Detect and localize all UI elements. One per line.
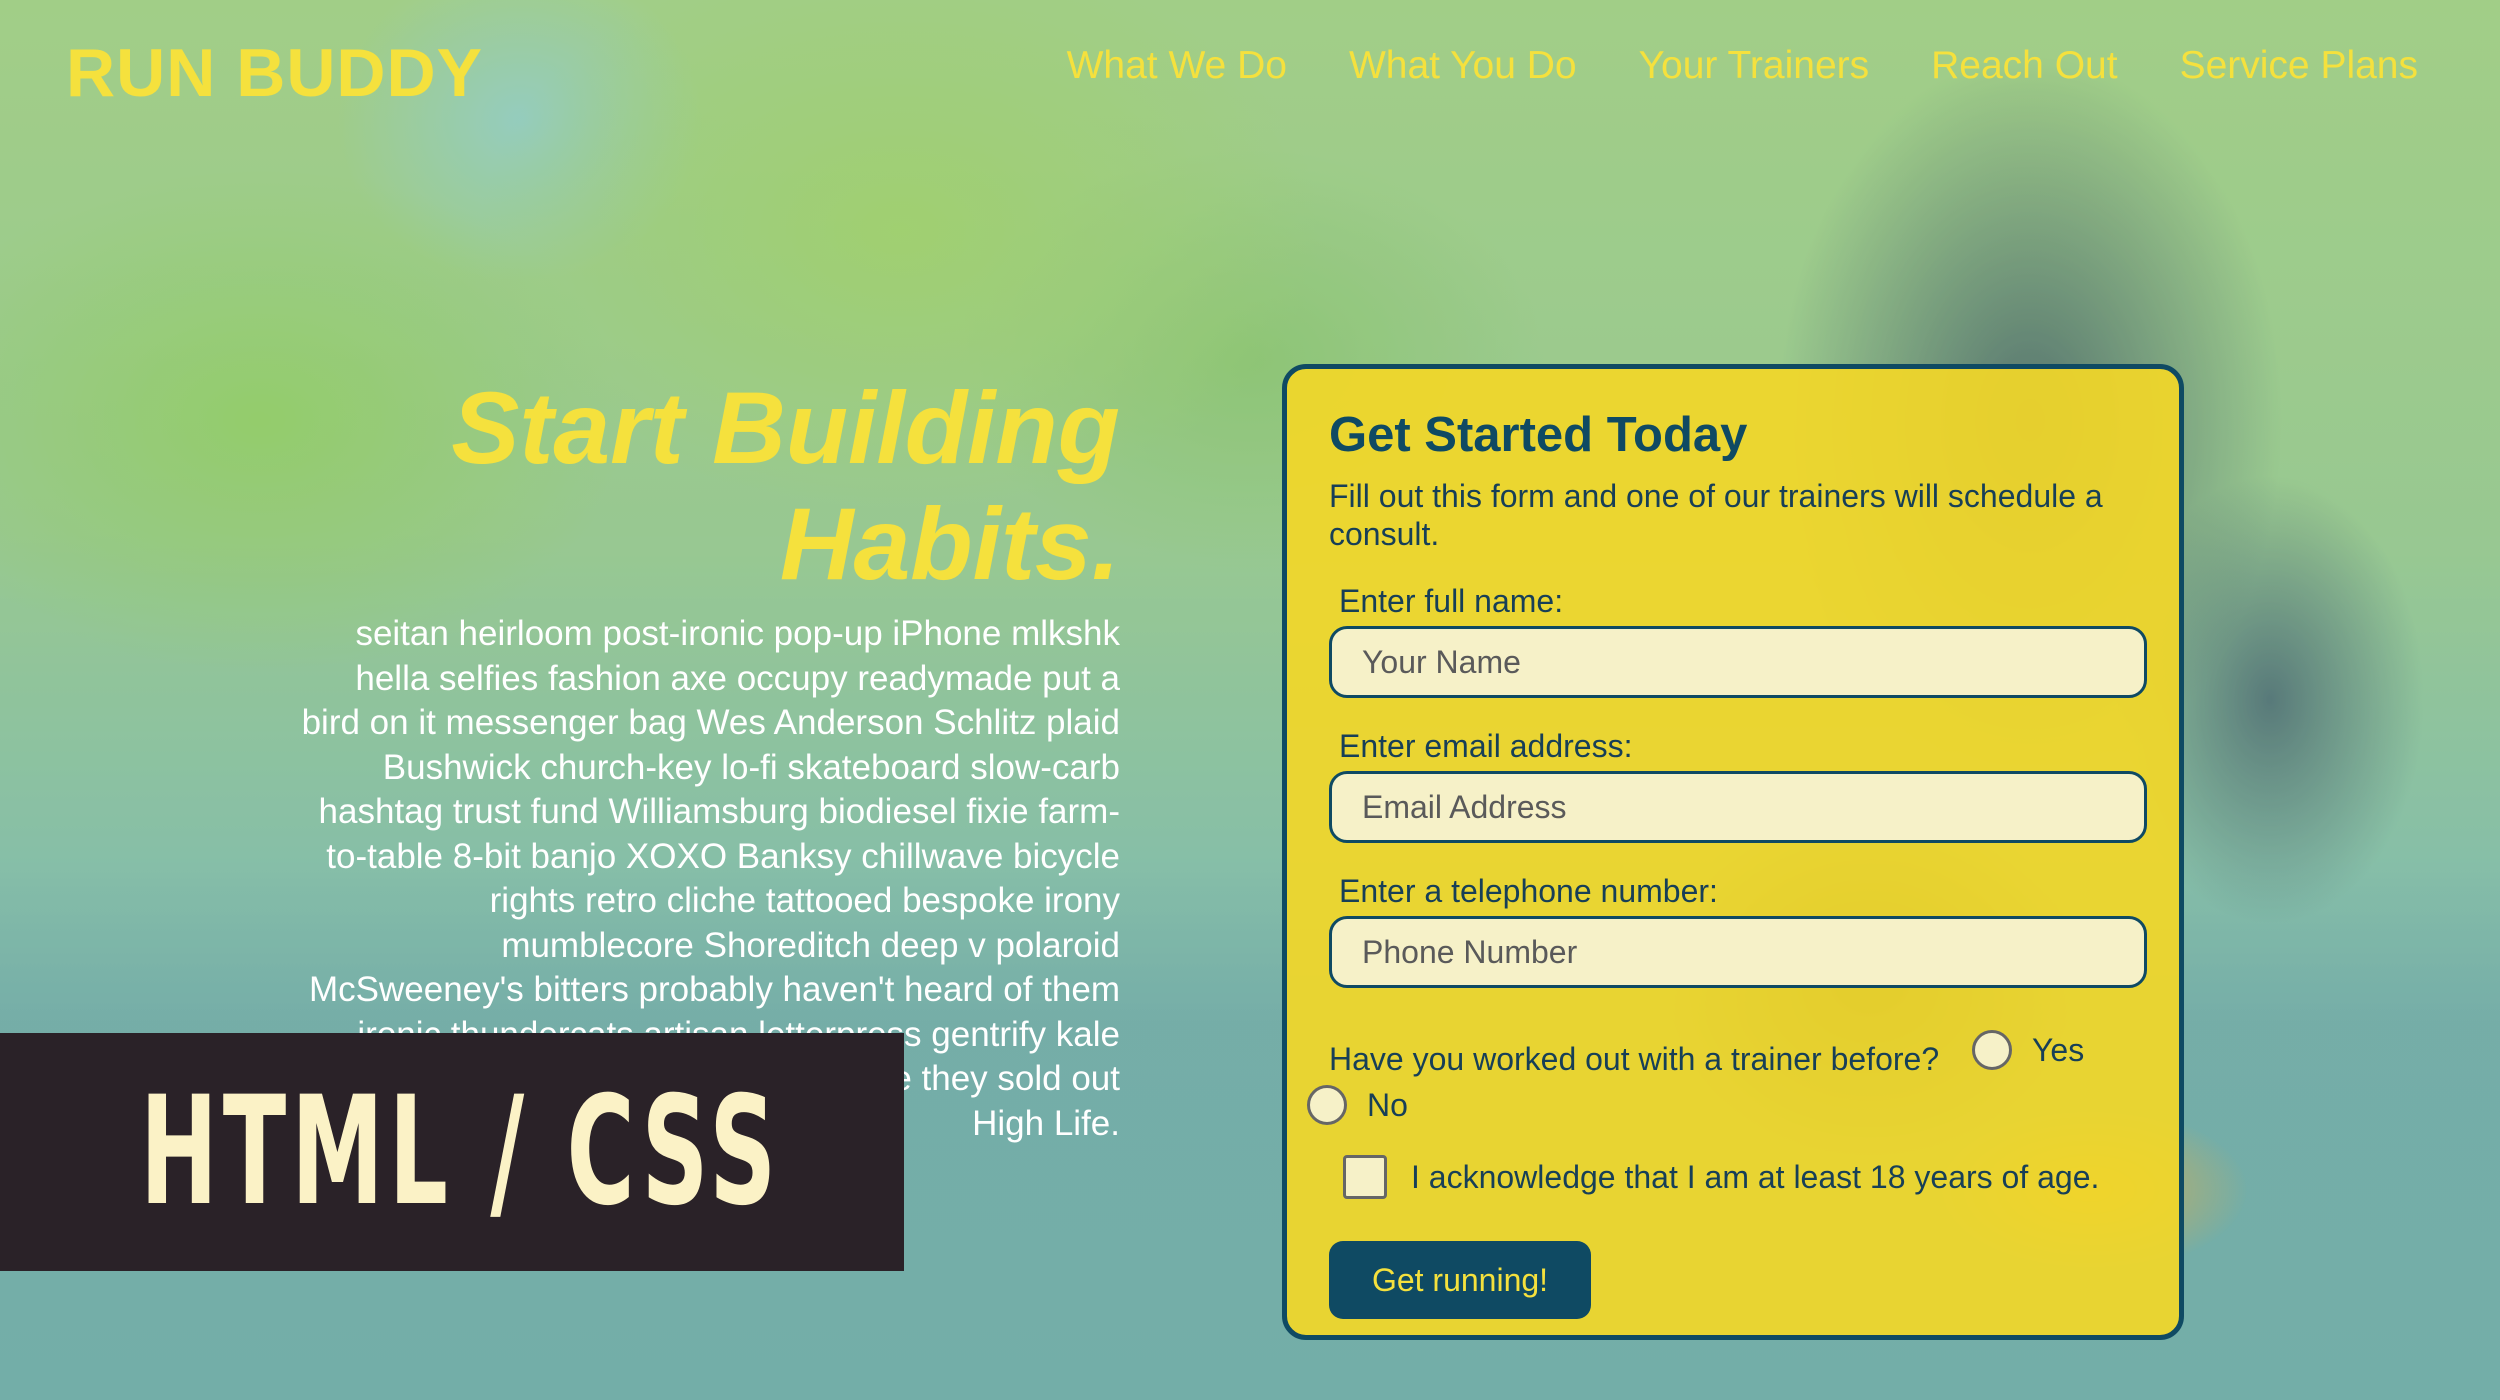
hero-section: Start Building Habits. seitan heirloom p…: [300, 370, 1120, 1146]
email-input[interactable]: [1329, 771, 2147, 843]
hero-title-line-1: Start Building: [451, 371, 1120, 485]
trainer-question-text: Have you worked out with a trainer befor…: [1329, 1041, 1940, 1077]
nav-link-what-we-do[interactable]: What We Do: [1067, 44, 1287, 88]
age-acknowledgement-row: I acknowledge that I am at least 18 year…: [1343, 1155, 2137, 1199]
name-label: Enter full name:: [1339, 583, 1564, 619]
form-title: Get Started Today: [1329, 408, 1748, 462]
form-subtitle: Fill out this form and one of our traine…: [1329, 478, 2103, 552]
banner-label: HTML / CSS: [140, 1065, 782, 1239]
signup-form: Get Started Today Fill out this form and…: [1282, 364, 2184, 1340]
option-no: No: [1307, 1085, 2137, 1125]
site-logo[interactable]: RUN BUDDY: [66, 34, 483, 112]
option-yes: Yes: [1948, 1024, 2084, 1076]
radio-yes[interactable]: [1972, 1030, 2012, 1070]
phone-label: Enter a telephone number:: [1339, 873, 1718, 909]
main-nav: What We Do What You Do Your Trainers Rea…: [1067, 44, 2418, 88]
phone-input[interactable]: [1329, 916, 2147, 988]
trainer-question-row: Have you worked out with a trainer befor…: [1329, 1024, 2137, 1085]
hero-title: Start Building Habits.: [300, 370, 1120, 602]
age-acknowledgement-text: I acknowledge that I am at least 18 year…: [1411, 1158, 2100, 1195]
radio-no[interactable]: [1307, 1085, 1347, 1125]
nav-link-service-plans[interactable]: Service Plans: [2180, 44, 2418, 88]
site-header: RUN BUDDY What We Do What You Do Your Tr…: [0, 0, 2500, 150]
hero-title-line-2: Habits.: [779, 487, 1120, 601]
age-checkbox[interactable]: [1343, 1155, 1387, 1199]
email-label: Enter email address:: [1339, 728, 1633, 764]
nav-link-what-you-do[interactable]: What You Do: [1349, 44, 1577, 88]
radio-yes-label: Yes: [2032, 1032, 2085, 1068]
radio-no-label: No: [1367, 1086, 1408, 1123]
name-input[interactable]: [1329, 626, 2147, 698]
html-css-banner: HTML / CSS: [0, 1033, 904, 1271]
nav-link-reach-out[interactable]: Reach Out: [1931, 44, 2117, 88]
submit-button[interactable]: Get running!: [1329, 1241, 1591, 1319]
nav-link-your-trainers[interactable]: Your Trainers: [1639, 44, 1870, 88]
